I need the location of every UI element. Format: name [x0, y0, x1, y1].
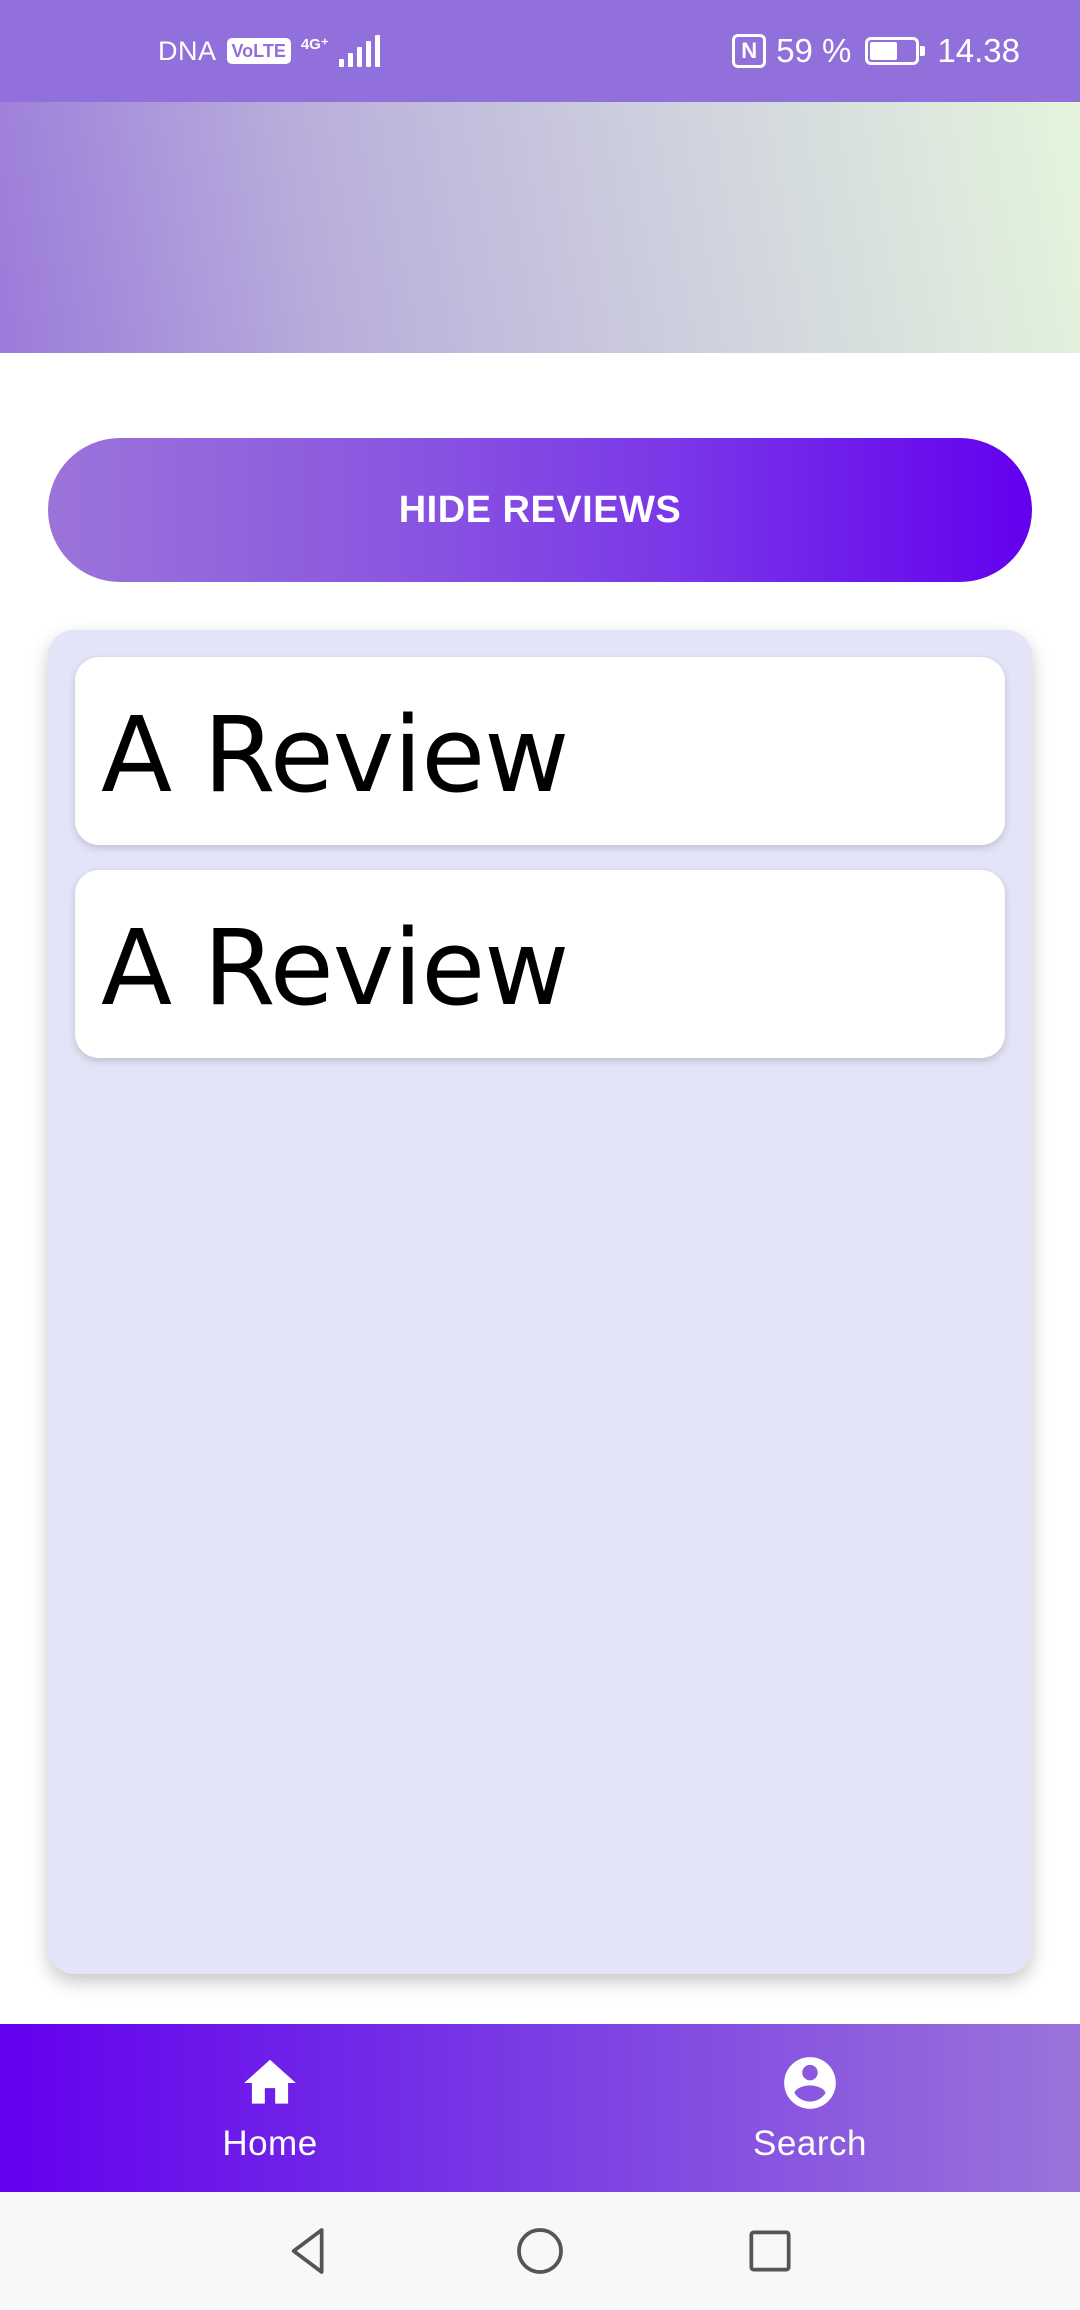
- review-card[interactable]: A Review: [75, 657, 1005, 845]
- status-bar-right: N 59 % 14.38: [732, 32, 1020, 70]
- network-type: 4G⁺: [300, 35, 329, 53]
- nav-label-search: Search: [753, 2124, 867, 2163]
- review-text: A Review: [101, 907, 569, 1029]
- clock: 14.38: [937, 32, 1020, 69]
- home-icon: [244, 2059, 296, 2104]
- hide-reviews-button[interactable]: HIDE REVIEWS: [48, 438, 1032, 582]
- system-navigation-bar: [0, 2192, 1080, 2310]
- recents-icon: [749, 2230, 791, 2272]
- bottom-navigation: Home Search: [0, 2024, 1080, 2192]
- nav-item-home[interactable]: Home: [0, 2024, 540, 2192]
- review-card[interactable]: A Review: [75, 870, 1005, 1058]
- status-bar-left: DNA VoLTE 4G⁺: [158, 35, 380, 67]
- header-banner: [0, 102, 1080, 353]
- recents-button[interactable]: [735, 2216, 805, 2286]
- volte-icon: VoLTE: [226, 38, 291, 64]
- account-circle-icon: [784, 2057, 836, 2109]
- nav-item-search[interactable]: Search: [540, 2024, 1080, 2192]
- home-circle-icon: [517, 2228, 563, 2274]
- reviews-panel[interactable]: A Review A Review: [48, 630, 1032, 1974]
- carrier-name: DNA: [158, 35, 217, 66]
- battery-percent: 59 %: [776, 32, 852, 69]
- signal-icon: [338, 35, 380, 67]
- home-button[interactable]: [505, 2216, 575, 2286]
- status-bar: DNA VoLTE 4G⁺ N 59 % 14.38: [0, 0, 1080, 102]
- nav-label-home: Home: [222, 2124, 318, 2163]
- nfc-icon: N: [732, 34, 767, 68]
- battery-icon: [865, 37, 926, 65]
- back-icon: [291, 2228, 324, 2274]
- review-text: A Review: [101, 694, 569, 816]
- back-button[interactable]: [275, 2216, 345, 2286]
